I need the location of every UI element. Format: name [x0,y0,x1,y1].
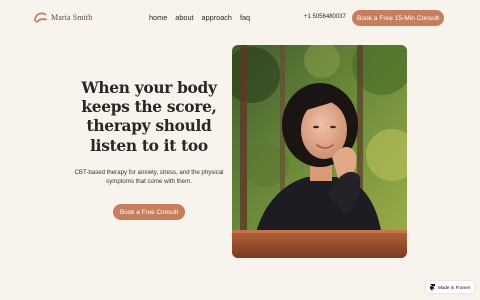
nav-item-about[interactable]: about [175,13,193,22]
framer-icon [430,283,435,291]
phone-link[interactable]: +1 5056480037 [304,14,346,20]
nav-item-home[interactable]: home [149,13,167,22]
made-in-framer-badge[interactable]: Made in Framer [426,281,474,293]
nav-item-approach[interactable]: approach [202,13,232,22]
hero-title: When your body keeps the score, therapy … [81,79,217,155]
badge-label: Made in Framer [438,284,471,290]
site-header: Maria Smith home about approach faq +1 5… [0,0,480,36]
logo-icon [33,10,48,25]
nav-item-faq[interactable]: faq [240,13,250,22]
hero-subtitle: CBT-based therapy for anxiety, stress, a… [74,169,224,186]
brand-name: Maria Smith [51,13,93,22]
therapist-photo [232,45,407,258]
hero-cta-button[interactable]: Book a Free Consult [113,204,185,220]
brand-logo[interactable]: Maria Smith [33,10,92,25]
book-consult-button[interactable]: Book a Free 15-Min Consult [352,10,444,26]
main-nav: home about approach faq [149,13,258,22]
